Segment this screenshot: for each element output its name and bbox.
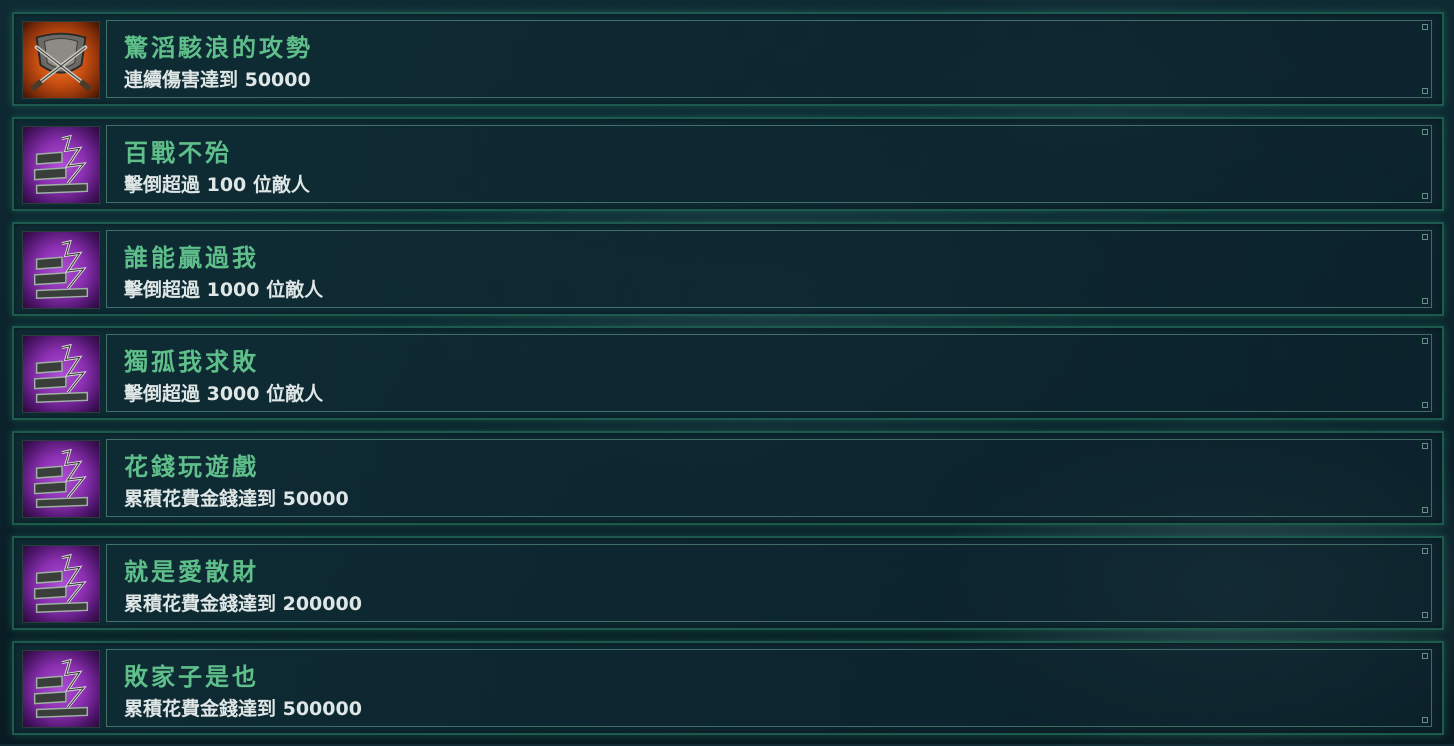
achievement-description: 累積花費金錢達到 500000 (124, 697, 362, 720)
corner-ornament (1422, 652, 1428, 659)
corner-ornament (1422, 443, 1428, 450)
achievement-title: 花錢玩遊戲 (124, 452, 259, 482)
achievement-description: 擊倒超過 100 位敵人 (124, 173, 310, 196)
achievement-description: 擊倒超過 3000 位敵人 (124, 383, 324, 406)
locked-achievement-icon (22, 649, 100, 728)
corner-ornament (1422, 716, 1428, 723)
achievement-row[interactable]: 誰能贏過我 擊倒超過 1000 位敵人 (12, 221, 1444, 316)
achievement-row[interactable]: 獨孤我求敗 擊倒超過 3000 位敵人 (12, 326, 1444, 421)
crossed-swords-icon (22, 21, 100, 99)
achievement-title: 誰能贏過我 (124, 242, 259, 272)
achievement-title: 敗家子是也 (124, 661, 259, 691)
corner-ornament (1422, 88, 1428, 94)
achievement-row[interactable]: 驚滔駭浪的攻勢 連續傷害達到 50000 (12, 12, 1444, 106)
achievement-row[interactable]: 就是愛散財 累積花費金錢達到 200000 (12, 535, 1444, 630)
corner-ornament (1422, 233, 1428, 240)
achievement-row[interactable]: 百戰不殆 擊倒超過 100 位敵人 (12, 116, 1444, 211)
locked-achievement-icon (22, 544, 100, 623)
corner-ornament (1422, 402, 1428, 409)
corner-ornament (1422, 24, 1428, 30)
achievement-description: 擊倒超過 1000 位敵人 (124, 278, 324, 301)
achievement-title: 獨孤我求敗 (124, 347, 259, 377)
locked-achievement-icon (22, 125, 100, 204)
corner-ornament (1422, 611, 1428, 618)
achievement-title: 驚滔駭浪的攻勢 (124, 33, 313, 62)
locked-achievement-icon (22, 440, 100, 519)
achievement-description: 累積花費金錢達到 200000 (124, 592, 362, 615)
achievement-title: 就是愛散財 (124, 556, 259, 586)
achievement-description: 累積花費金錢達到 50000 (124, 488, 349, 511)
locked-achievement-icon (22, 230, 100, 309)
corner-ornament (1422, 507, 1428, 514)
achievement-list: 驚滔駭浪的攻勢 連續傷害達到 50000 百戰不殆 擊倒超過 100 位敵人 誰… (12, 12, 1444, 746)
corner-ornament (1422, 297, 1428, 304)
achievement-description: 連續傷害達到 50000 (124, 69, 311, 91)
corner-ornament (1422, 547, 1428, 554)
corner-ornament (1422, 128, 1428, 135)
achievement-row[interactable]: 花錢玩遊戲 累積花費金錢達到 50000 (12, 431, 1444, 526)
achievement-row[interactable]: 敗家子是也 累積花費金錢達到 500000 (12, 640, 1444, 735)
corner-ornament (1422, 192, 1428, 199)
achievement-title: 百戰不殆 (124, 137, 232, 167)
corner-ornament (1422, 338, 1428, 345)
locked-achievement-icon (22, 335, 100, 414)
